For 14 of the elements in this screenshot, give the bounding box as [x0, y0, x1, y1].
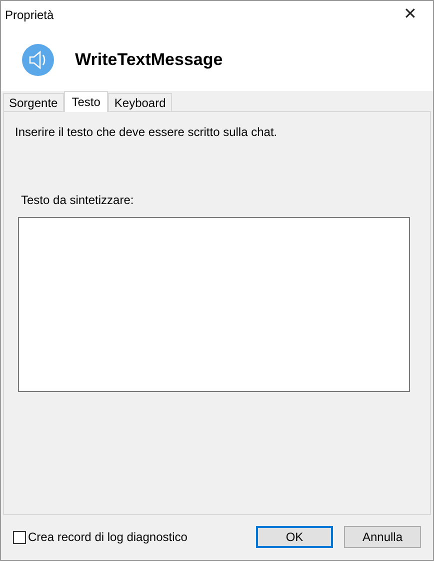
- instruction-text: Inserire il testo che deve essere scritto sulla chat.: [15, 124, 278, 141]
- tab[interactable]: Sorgente: [3, 93, 64, 111]
- tab[interactable]: Testo: [64, 91, 108, 112]
- header-title: WriteTextMessage: [75, 49, 223, 72]
- tab[interactable]: Keyboard: [108, 93, 172, 111]
- dialog-button[interactable]: OK: [256, 526, 333, 548]
- checkbox-label: Crea record di log diagnostico: [28, 529, 188, 546]
- speaker-icon: [21, 43, 55, 77]
- close-button[interactable]: ✕: [387, 1, 433, 29]
- window-title: Proprietà: [5, 7, 54, 24]
- text-field[interactable]: [18, 217, 410, 392]
- checkbox[interactable]: [13, 530, 26, 544]
- dialog-button[interactable]: Annulla: [344, 526, 421, 548]
- field-label: Testo da sintetizzare:: [21, 192, 135, 209]
